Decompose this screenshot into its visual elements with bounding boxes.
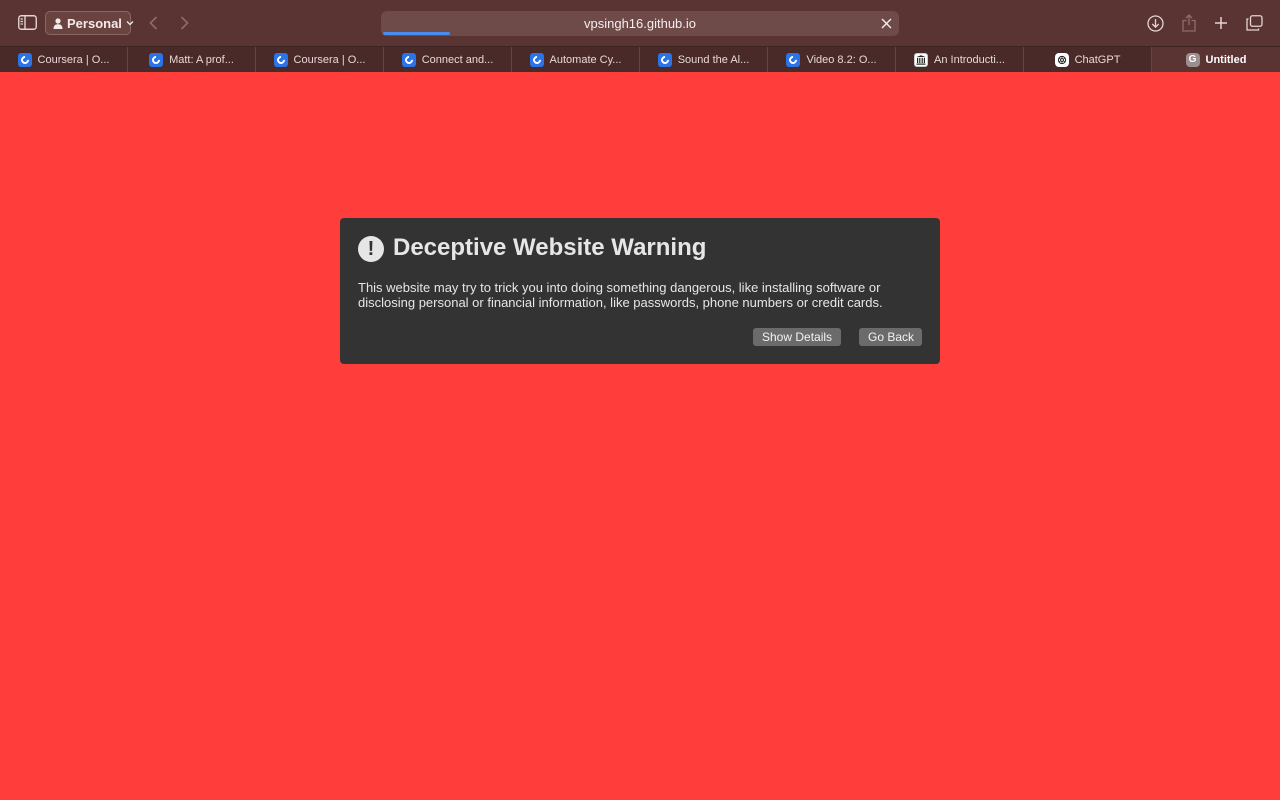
tab-label: Video 8.2: O... — [806, 53, 877, 66]
tab-introduction[interactable]: An Introducti... — [896, 47, 1024, 72]
tab-video[interactable]: Video 8.2: O... — [768, 47, 896, 72]
coursera-icon — [786, 52, 801, 67]
show-details-button[interactable]: Show Details — [753, 328, 841, 346]
tab-coursera-1[interactable]: Coursera | O... — [0, 47, 128, 72]
tab-label: Untitled — [1205, 53, 1247, 66]
tab-label: Matt: A prof... — [169, 53, 234, 66]
new-tab-icon[interactable] — [1211, 13, 1231, 33]
tab-label: Sound the Al... — [677, 53, 750, 66]
coursera-icon — [273, 52, 288, 67]
chevron-down-icon — [126, 20, 134, 26]
deceptive-website-warning: ! Deceptive Website Warning This website… — [340, 218, 940, 364]
coursera-icon — [657, 52, 672, 67]
tab-label: Coursera | O... — [293, 53, 366, 66]
tab-automate[interactable]: Automate Cy... — [512, 47, 640, 72]
download-icon[interactable] — [1145, 13, 1165, 33]
tab-coursera-2[interactable]: Coursera | O... — [256, 47, 384, 72]
coursera-icon — [529, 52, 544, 67]
tab-sound[interactable]: Sound the Al... — [640, 47, 768, 72]
forward-icon[interactable] — [175, 13, 193, 33]
browser-toolbar: Personal vpsingh16.github.io — [0, 0, 1280, 46]
warning-title: Deceptive Website Warning — [393, 234, 707, 261]
profile-label: Personal — [67, 15, 122, 31]
coursera-icon — [401, 52, 416, 67]
share-icon[interactable] — [1179, 12, 1199, 33]
address-bar[interactable]: vpsingh16.github.io — [381, 11, 899, 36]
tab-label: Connect and... — [421, 53, 494, 66]
coursera-icon — [17, 52, 32, 67]
person-icon — [53, 17, 63, 29]
tab-label: Coursera | O... — [37, 53, 110, 66]
tab-chatgpt[interactable]: ChatGPT — [1024, 47, 1152, 72]
tab-label: Automate Cy... — [549, 53, 622, 66]
coursera-icon — [149, 52, 164, 67]
back-icon[interactable] — [144, 13, 162, 33]
profile-button[interactable]: Personal — [45, 11, 134, 35]
sidebar-toggle-icon[interactable] — [17, 13, 38, 32]
page-load-progress — [383, 32, 451, 35]
exclamation-icon: ! — [358, 236, 384, 262]
address-url[interactable]: vpsingh16.github.io — [381, 11, 899, 36]
tab-label: ChatGPT — [1074, 53, 1121, 66]
tab-matt[interactable]: Matt: A prof... — [128, 47, 256, 72]
go-back-button[interactable]: Go Back — [859, 328, 922, 346]
tab-untitled[interactable]: G Untitled — [1152, 47, 1280, 72]
tab-connect[interactable]: Connect and... — [384, 47, 512, 72]
tab-label: An Introducti... — [934, 53, 1005, 66]
tab-bar: Coursera | O... Matt: A prof... Coursera… — [0, 46, 1280, 72]
library-icon — [914, 52, 929, 67]
warning-message: This website may try to trick you into d… — [358, 280, 883, 310]
close-icon[interactable] — [879, 16, 894, 31]
g-icon: G — [1185, 52, 1200, 67]
tab-overview-icon[interactable] — [1244, 13, 1264, 33]
chatgpt-icon — [1054, 52, 1069, 67]
